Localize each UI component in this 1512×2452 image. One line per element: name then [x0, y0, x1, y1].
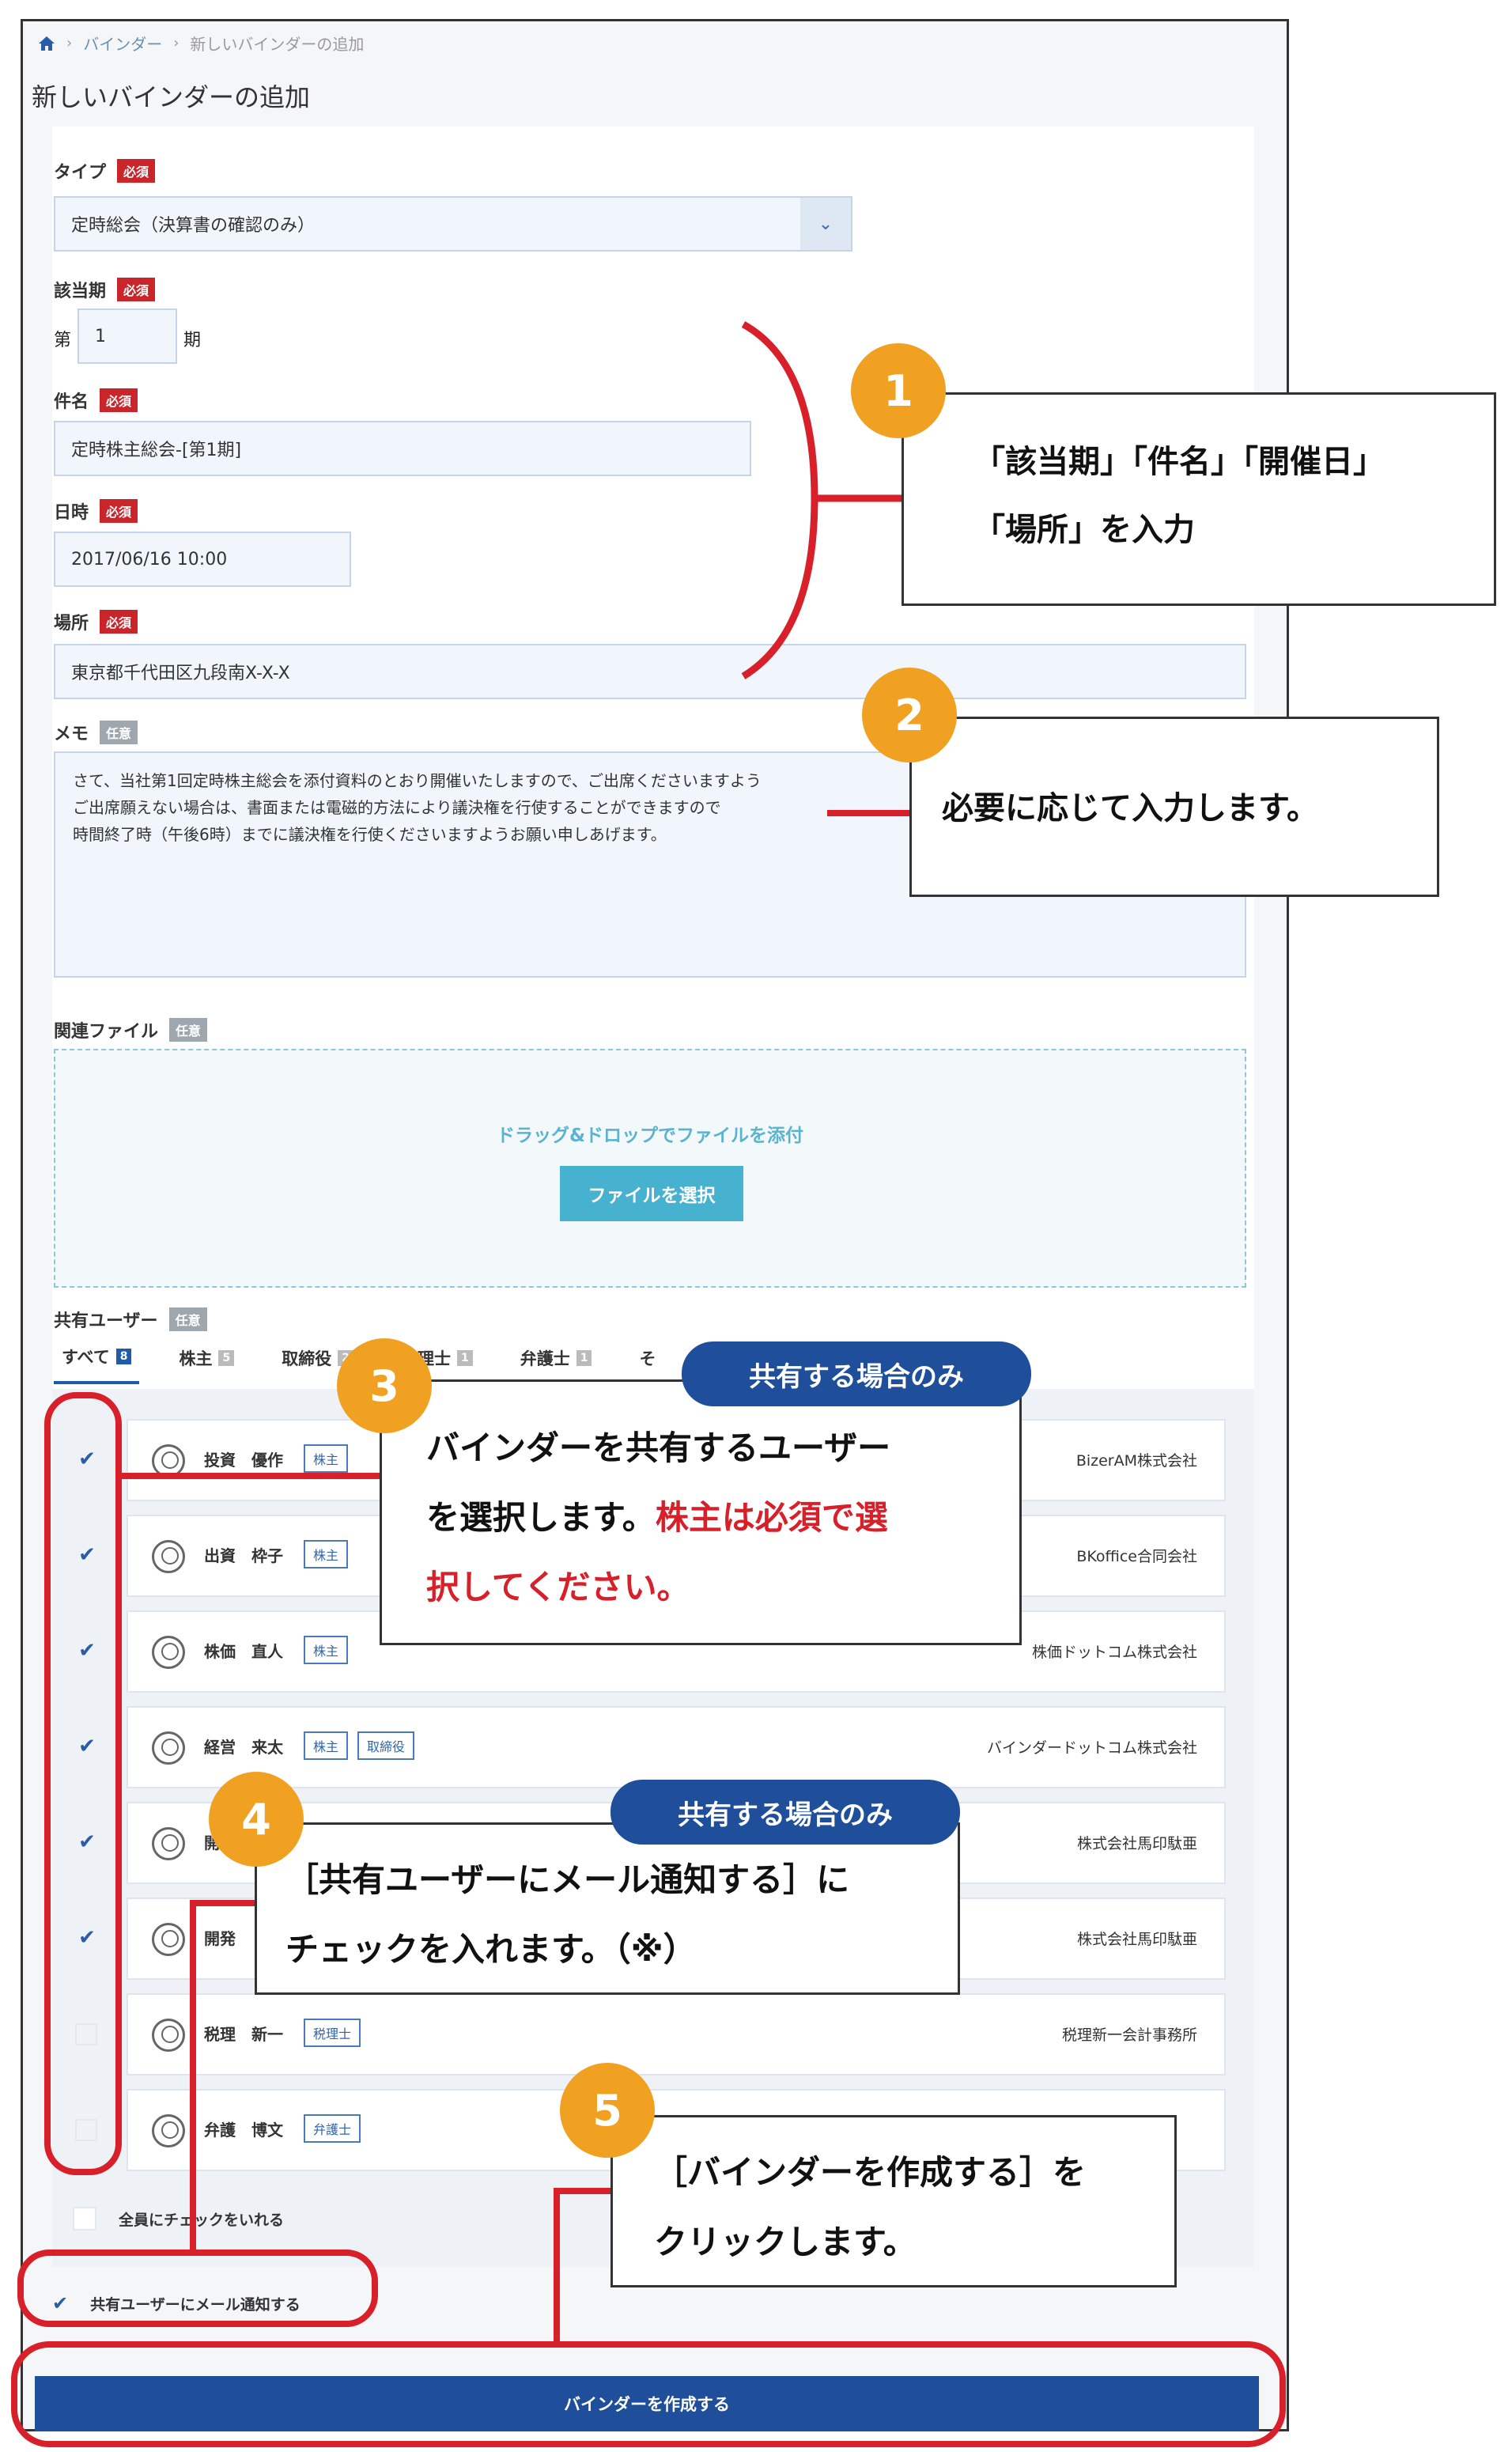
page-title: 新しいバインダーの追加 [32, 82, 311, 112]
callout-2: 必要に応じて入力します。 [909, 717, 1439, 897]
optional-badge: 任意 [100, 721, 138, 744]
tab-other[interactable]: そ [631, 1345, 663, 1384]
chevron-right-icon: › [173, 35, 180, 51]
tab-lawyer[interactable]: 弁護士 1 [512, 1345, 600, 1384]
share-label: 共有ユーザー 任意 [54, 1307, 207, 1332]
subject-input[interactable]: 定時株主総会-[第1期] [54, 421, 751, 476]
avatar-icon [152, 1636, 185, 1669]
step-2-badge: 2 [862, 668, 957, 762]
period-suffix: 期 [183, 331, 202, 350]
callout-3: バインダーを共有するユーザー を選択します。株主は必須で選 択してください。 [380, 1379, 1022, 1645]
chevron-down-icon[interactable]: ⌄ [800, 198, 851, 250]
list-item[interactable]: 税理 新一 税理士 税理新一会計事務所 [127, 1993, 1226, 2075]
callout-4: ［共有ユーザーにメール通知する］に チェックを入れます。（※） [255, 1822, 960, 1995]
role-tag: 取締役 [357, 1731, 415, 1760]
breadcrumb-current: 新しいバインダーの追加 [190, 35, 365, 54]
tab-all[interactable]: すべて 8 [54, 1345, 140, 1384]
role-tag: 株主 [304, 1444, 349, 1473]
required-badge: 必須 [100, 499, 138, 523]
step-3-badge: 3 [337, 1338, 432, 1433]
role-tag: 株主 [304, 1636, 349, 1664]
highlight-checkboxes [44, 1392, 122, 2175]
drop-zone-text: ドラッグ&ドロップでファイルを添付 [496, 1126, 804, 1146]
check-all-checkbox[interactable] [73, 2207, 96, 2231]
breadcrumb-binder-link[interactable]: バインダー [83, 32, 162, 55]
type-select[interactable]: 定時総会（決算書の確認のみ） ⌄ [54, 196, 852, 252]
required-badge: 必須 [100, 610, 138, 634]
file-label: 関連ファイル 任意 [54, 1017, 208, 1042]
avatar-icon [152, 1827, 185, 1860]
step-4-badge: 4 [209, 1772, 304, 1867]
required-badge: 必須 [117, 278, 156, 301]
optional-badge: 任意 [169, 1018, 208, 1042]
connector-3 [115, 1473, 381, 1479]
callout-5: ［バインダーを作成する］を クリックします。 [610, 2115, 1177, 2287]
highlight-notify [17, 2250, 378, 2327]
datetime-input[interactable]: 2017/06/16 10:00 [54, 532, 351, 587]
place-input[interactable]: 東京都千代田区九段南X-X-X [54, 644, 1246, 699]
check-all[interactable]: 全員にチェックをいれる [73, 2207, 284, 2231]
role-tag: 株主 [304, 1540, 349, 1568]
home-icon[interactable] [38, 36, 55, 51]
memo-label: メモ 任意 [54, 720, 138, 745]
avatar-icon [152, 1923, 185, 1956]
highlight-submit [11, 2341, 1286, 2447]
connector-4h [190, 1900, 261, 1906]
breadcrumb: › バインダー › 新しいバインダーの追加 [38, 32, 364, 55]
type-label: タイプ 必須 [54, 158, 156, 184]
role-tag: 弁護士 [304, 2114, 361, 2143]
period-label: 該当期 必須 [54, 277, 156, 302]
avatar-icon [152, 2114, 185, 2147]
required-badge: 必須 [117, 159, 156, 183]
connector-5v [554, 2188, 560, 2343]
role-tag: 税理士 [304, 2019, 361, 2047]
period-input[interactable]: 1 [77, 308, 177, 364]
file-drop-zone[interactable]: ドラッグ&ドロップでファイルを添付 ファイルを選択 [54, 1049, 1246, 1288]
connector-2 [827, 810, 914, 816]
chevron-right-icon: › [66, 35, 73, 51]
place-label: 場所 必須 [54, 609, 138, 634]
step-5-badge: 5 [560, 2063, 655, 2158]
optional-badge: 任意 [168, 1307, 207, 1331]
share-only-pill: 共有する場合のみ [682, 1341, 1031, 1406]
datetime-label: 日時 必須 [54, 498, 138, 524]
select-file-button[interactable]: ファイルを選択 [560, 1166, 743, 1221]
avatar-icon [152, 1731, 185, 1765]
connector-5h [554, 2188, 617, 2194]
role-tag: 株主 [304, 1731, 349, 1760]
share-only-pill: 共有する場合のみ [610, 1780, 960, 1845]
avatar-icon [152, 2019, 185, 2052]
tab-shareholder[interactable]: 株主 5 [171, 1345, 242, 1384]
subject-label: 件名 必須 [54, 388, 138, 413]
step-1-badge: 1 [851, 343, 946, 438]
list-item[interactable]: 経営 来太 株主 取締役 バインダードットコム株式会社 [127, 1706, 1226, 1788]
required-badge: 必須 [100, 388, 138, 412]
avatar-icon [152, 1540, 185, 1573]
connector-4v [190, 1900, 196, 2253]
callout-1: 「該当期」「件名」「開催日」 「場所」を入力 [902, 392, 1496, 606]
period-prefix: 第 [54, 331, 72, 350]
